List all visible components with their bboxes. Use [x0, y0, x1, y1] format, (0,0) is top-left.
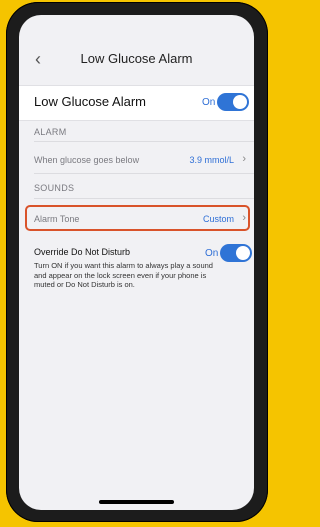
section-header-sounds: SOUNDS	[34, 183, 75, 193]
phone-frame: ‹ Low Glucose Alarm Low Glucose Alarm On…	[6, 2, 268, 522]
divider	[34, 141, 254, 142]
home-indicator	[99, 500, 174, 504]
divider	[34, 173, 254, 174]
main-toggle-label: Low Glucose Alarm	[34, 94, 146, 109]
alarm-tone-highlight	[25, 205, 250, 231]
toggle-knob	[236, 246, 250, 260]
page-title: Low Glucose Alarm	[80, 51, 193, 66]
chevron-right-icon: ›	[242, 153, 246, 165]
app-screen: ‹ Low Glucose Alarm Low Glucose Alarm On…	[19, 15, 254, 510]
section-header-alarm: ALARM	[34, 127, 67, 137]
override-dnd-toggle[interactable]	[220, 244, 252, 262]
override-dnd-state: On	[205, 248, 219, 259]
override-dnd-description: Turn ON if you want this alarm to always…	[34, 261, 213, 289]
low-glucose-alarm-toggle[interactable]	[217, 93, 249, 111]
glucose-threshold-value: 3.9 mmol/L	[189, 155, 234, 165]
main-toggle-state: On	[202, 97, 216, 108]
divider	[34, 198, 254, 199]
glucose-threshold-label: When glucose goes below	[34, 155, 140, 165]
nav-bar: ‹ Low Glucose Alarm	[19, 45, 254, 73]
toggle-knob	[233, 95, 247, 109]
override-dnd-label: Override Do Not Disturb	[34, 247, 131, 257]
low-glucose-alarm-row: Low Glucose Alarm On	[19, 85, 254, 121]
